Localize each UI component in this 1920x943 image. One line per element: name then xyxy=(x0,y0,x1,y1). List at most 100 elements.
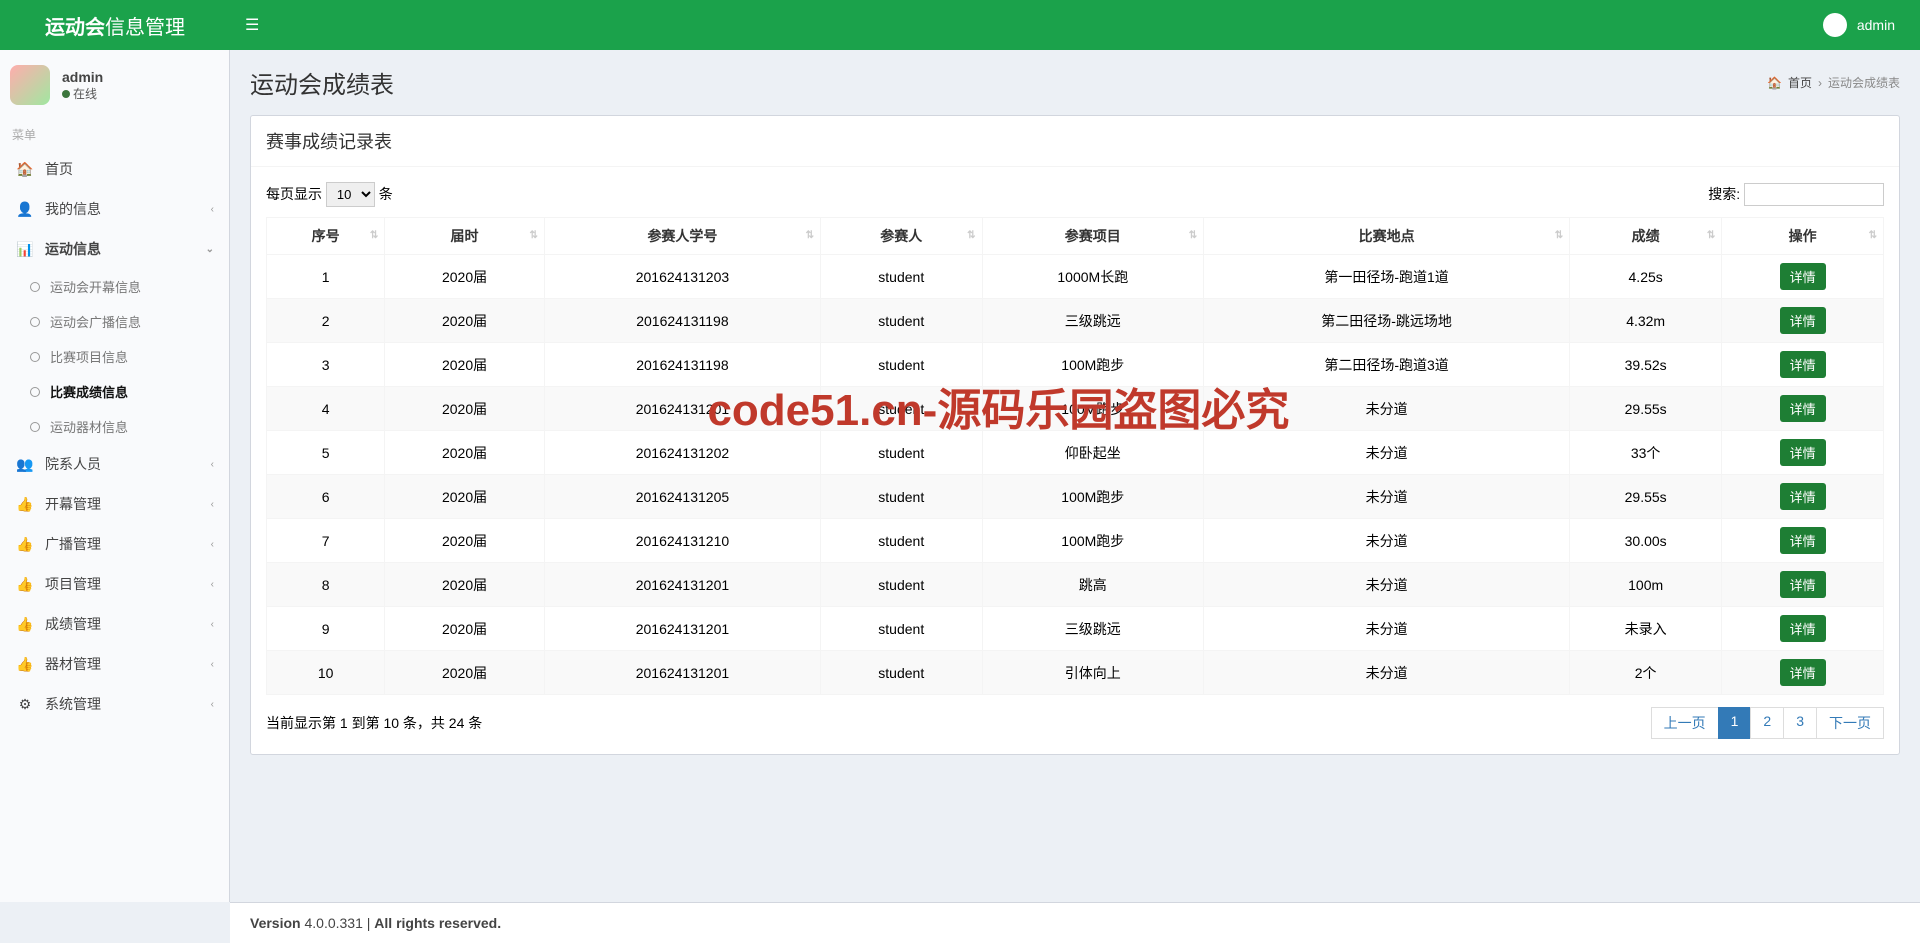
content-header: 运动会成绩表 🏠 首页 › 运动会成绩表 xyxy=(230,50,1920,115)
col-name[interactable]: 参赛人⇅ xyxy=(821,218,983,255)
cell-action: 详情 xyxy=(1722,343,1884,387)
detail-button[interactable]: 详情 xyxy=(1780,527,1826,554)
col-venue[interactable]: 比赛地点⇅ xyxy=(1204,218,1570,255)
cell-event: 仰卧起坐 xyxy=(982,431,1204,475)
box-title: 赛事成绩记录表 xyxy=(251,116,1899,167)
nav-sysmgmt[interactable]: ⚙系统管理‹ xyxy=(0,684,229,724)
table-info: 当前显示第 1 到第 10 条，共 24 条 xyxy=(266,713,482,733)
cell-sid: 201624131201 xyxy=(544,387,820,431)
nav-deptpersons[interactable]: 👥院系人员‹ xyxy=(0,444,229,484)
breadcrumb-home[interactable]: 首页 xyxy=(1788,74,1812,91)
cell-sid: 201624131201 xyxy=(544,651,820,695)
top-header: 运动会信息管理 ☰ admin xyxy=(0,0,1920,50)
score-table: 序号⇅ 届时⇅ 参赛人学号⇅ 参赛人⇅ 参赛项目⇅ 比赛地点⇅ 成绩⇅ 操作⇅ … xyxy=(266,217,1884,695)
table-row: 62020届201624131205student100M跑步未分道29.55s… xyxy=(267,475,1884,519)
detail-button[interactable]: 详情 xyxy=(1780,659,1826,686)
cell-term: 2020届 xyxy=(385,475,545,519)
page-3[interactable]: 3 xyxy=(1783,707,1817,739)
col-term[interactable]: 届时⇅ xyxy=(385,218,545,255)
circle-icon xyxy=(30,282,40,292)
cell-venue: 未分道 xyxy=(1204,431,1570,475)
user-avatar-icon xyxy=(10,65,50,105)
cell-event: 引体向上 xyxy=(982,651,1204,695)
nav-sportinfo[interactable]: 📊运动信息⌄ xyxy=(0,229,229,269)
cell-event: 100M跑步 xyxy=(982,475,1204,519)
detail-button[interactable]: 详情 xyxy=(1780,483,1826,510)
cell-term: 2020届 xyxy=(385,299,545,343)
header-user[interactable]: admin xyxy=(1823,13,1920,37)
cell-action: 详情 xyxy=(1722,255,1884,299)
table-row: 12020届201624131203student1000M长跑第一田径场-跑道… xyxy=(267,255,1884,299)
table-row: 92020届201624131201student三级跳远未分道未录入详情 xyxy=(267,607,1884,651)
nav-home[interactable]: 🏠首页 xyxy=(0,149,229,189)
brand[interactable]: 运动会信息管理 xyxy=(0,11,230,40)
cell-score: 2个 xyxy=(1570,651,1722,695)
perpage-select[interactable]: 10 xyxy=(326,182,375,207)
cell-event: 1000M长跑 xyxy=(982,255,1204,299)
breadcrumb-current: 运动会成绩表 xyxy=(1828,74,1900,91)
cell-sid: 201624131210 xyxy=(544,519,820,563)
cell-event: 100M跑步 xyxy=(982,519,1204,563)
col-event[interactable]: 参赛项目⇅ xyxy=(982,218,1204,255)
perpage-control: 每页显示 10 条 xyxy=(266,182,393,207)
search-input[interactable] xyxy=(1744,183,1884,206)
cell-event: 100M跑步 xyxy=(982,343,1204,387)
search-control: 搜索: xyxy=(1708,183,1884,206)
detail-button[interactable]: 详情 xyxy=(1780,615,1826,642)
col-score[interactable]: 成绩⇅ xyxy=(1570,218,1722,255)
detail-button[interactable]: 详情 xyxy=(1780,395,1826,422)
subnav-equipinfo[interactable]: 运动器材信息 xyxy=(15,409,229,444)
cell-sid: 201624131201 xyxy=(544,563,820,607)
circle-icon xyxy=(30,317,40,327)
nav-openingmgmt[interactable]: 👍开幕管理‹ xyxy=(0,484,229,524)
menu-header: 菜单 xyxy=(0,120,229,149)
cell-seq: 6 xyxy=(267,475,385,519)
breadcrumb: 🏠 首页 › 运动会成绩表 xyxy=(1767,74,1900,91)
detail-button[interactable]: 详情 xyxy=(1780,351,1826,378)
sort-icon: ⇅ xyxy=(370,233,378,239)
circle-icon xyxy=(30,422,40,432)
cell-sid: 201624131205 xyxy=(544,475,820,519)
subnav-broadcastinfo[interactable]: 运动会广播信息 xyxy=(15,304,229,339)
page-next[interactable]: 下一页 xyxy=(1816,707,1884,739)
cell-event: 三级跳远 xyxy=(982,299,1204,343)
subnav-scoreinfo[interactable]: 比赛成绩信息 xyxy=(15,374,229,409)
page-prev[interactable]: 上一页 xyxy=(1651,707,1719,739)
page-2[interactable]: 2 xyxy=(1750,707,1784,739)
subnav-eventinfo[interactable]: 比赛项目信息 xyxy=(15,339,229,374)
nav-broadcastmgmt[interactable]: 👍广播管理‹ xyxy=(0,524,229,564)
cell-term: 2020届 xyxy=(385,651,545,695)
detail-button[interactable]: 详情 xyxy=(1780,307,1826,334)
nav-eventmgmt[interactable]: 👍项目管理‹ xyxy=(0,564,229,604)
cell-action: 详情 xyxy=(1722,563,1884,607)
cell-name: student xyxy=(821,431,983,475)
col-action[interactable]: 操作⇅ xyxy=(1722,218,1884,255)
cell-venue: 未分道 xyxy=(1204,475,1570,519)
chevron-left-icon: ‹ xyxy=(211,499,214,510)
detail-button[interactable]: 详情 xyxy=(1780,263,1826,290)
sort-icon: ⇅ xyxy=(1707,233,1715,239)
cell-seq: 1 xyxy=(267,255,385,299)
page-1[interactable]: 1 xyxy=(1718,707,1752,739)
cell-action: 详情 xyxy=(1722,299,1884,343)
detail-button[interactable]: 详情 xyxy=(1780,439,1826,466)
nav-scoremgmt[interactable]: 👍成绩管理‹ xyxy=(0,604,229,644)
cell-name: student xyxy=(821,475,983,519)
detail-button[interactable]: 详情 xyxy=(1780,571,1826,598)
subnav-openinginfo[interactable]: 运动会开幕信息 xyxy=(15,269,229,304)
chevron-left-icon: ‹ xyxy=(211,204,214,215)
table-row: 22020届201624131198student三级跳远第二田径场-跳远场地4… xyxy=(267,299,1884,343)
sort-icon: ⇅ xyxy=(1555,233,1563,239)
circle-icon xyxy=(30,352,40,362)
nav-equipmgmt[interactable]: 👍器材管理‹ xyxy=(0,644,229,684)
cell-venue: 第二田径场-跑道3道 xyxy=(1204,343,1570,387)
status-dot-icon xyxy=(62,90,70,98)
cell-score: 33个 xyxy=(1570,431,1722,475)
nav-myinfo[interactable]: 👤我的信息‹ xyxy=(0,189,229,229)
col-seq[interactable]: 序号⇅ xyxy=(267,218,385,255)
thumbs-up-icon: 👍 xyxy=(15,536,35,553)
sidebar-toggle-icon[interactable]: ☰ xyxy=(230,15,274,35)
cell-term: 2020届 xyxy=(385,519,545,563)
sort-icon: ⇅ xyxy=(529,233,537,239)
col-sid[interactable]: 参赛人学号⇅ xyxy=(544,218,820,255)
